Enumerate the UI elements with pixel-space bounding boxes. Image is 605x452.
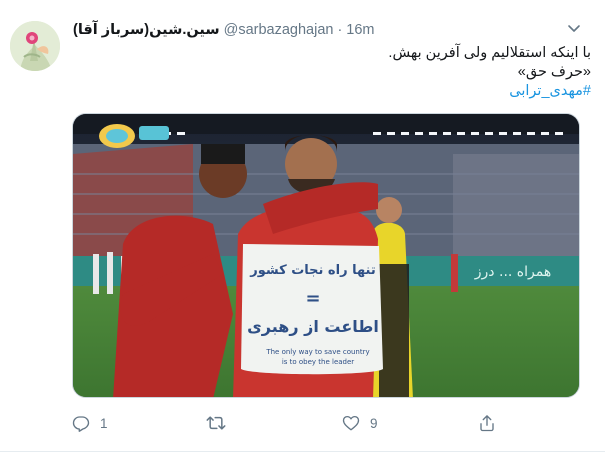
avatar[interactable] — [10, 21, 60, 71]
hashtag-link[interactable]: #مهدی_ترابی — [71, 82, 591, 101]
shirt-english-2: is to obey the leader — [282, 358, 354, 366]
shirt-english-1: The only way to save country — [265, 348, 369, 356]
share-button[interactable] — [478, 414, 496, 432]
tweet-text-line: با اینکه استقلالیم ولی آفرین بهش. — [388, 45, 591, 61]
display-name[interactable]: سین.شین(سرباز آقا) — [73, 22, 220, 38]
tweet-text: با اینکه استقلالیم ولی آفرین بهش. «حرف ح… — [71, 44, 591, 101]
reply-count: 1 — [100, 415, 108, 431]
tweet-actions: 1 9 — [72, 414, 512, 436]
reply-button[interactable]: 1 — [72, 414, 108, 432]
tweet-text-quote: «حرف حق» — [517, 64, 591, 80]
share-icon — [478, 414, 496, 432]
separator-dot: · — [337, 22, 343, 38]
like-button[interactable]: 9 — [342, 414, 378, 432]
retweet-button[interactable] — [206, 414, 236, 432]
tweet-header: سین.شین(سرباز آقا) @sarbazaghajan · 16m — [73, 22, 375, 38]
shirt-line-1: تنها راه نجات کشور — [249, 263, 375, 278]
shirt-line-3: اطاعت از رهبری — [247, 317, 379, 336]
reply-icon — [72, 414, 90, 432]
chevron-down-icon[interactable] — [567, 22, 581, 34]
tweet-timestamp[interactable]: 16m — [346, 22, 374, 38]
heart-icon — [342, 414, 360, 432]
like-count: 9 — [370, 415, 378, 431]
tweet[interactable]: سین.شین(سرباز آقا) @sarbazaghajan · 16m … — [0, 0, 605, 452]
user-handle[interactable]: @sarbazaghajan — [224, 22, 334, 38]
tweet-media-image[interactable]: همراه ... درز تنها راه نجات کشور = اطاعت… — [72, 113, 580, 398]
banner-text: همراه ... درز — [474, 264, 551, 280]
retweet-icon — [206, 414, 226, 432]
shirt-line-2: = — [305, 288, 320, 309]
